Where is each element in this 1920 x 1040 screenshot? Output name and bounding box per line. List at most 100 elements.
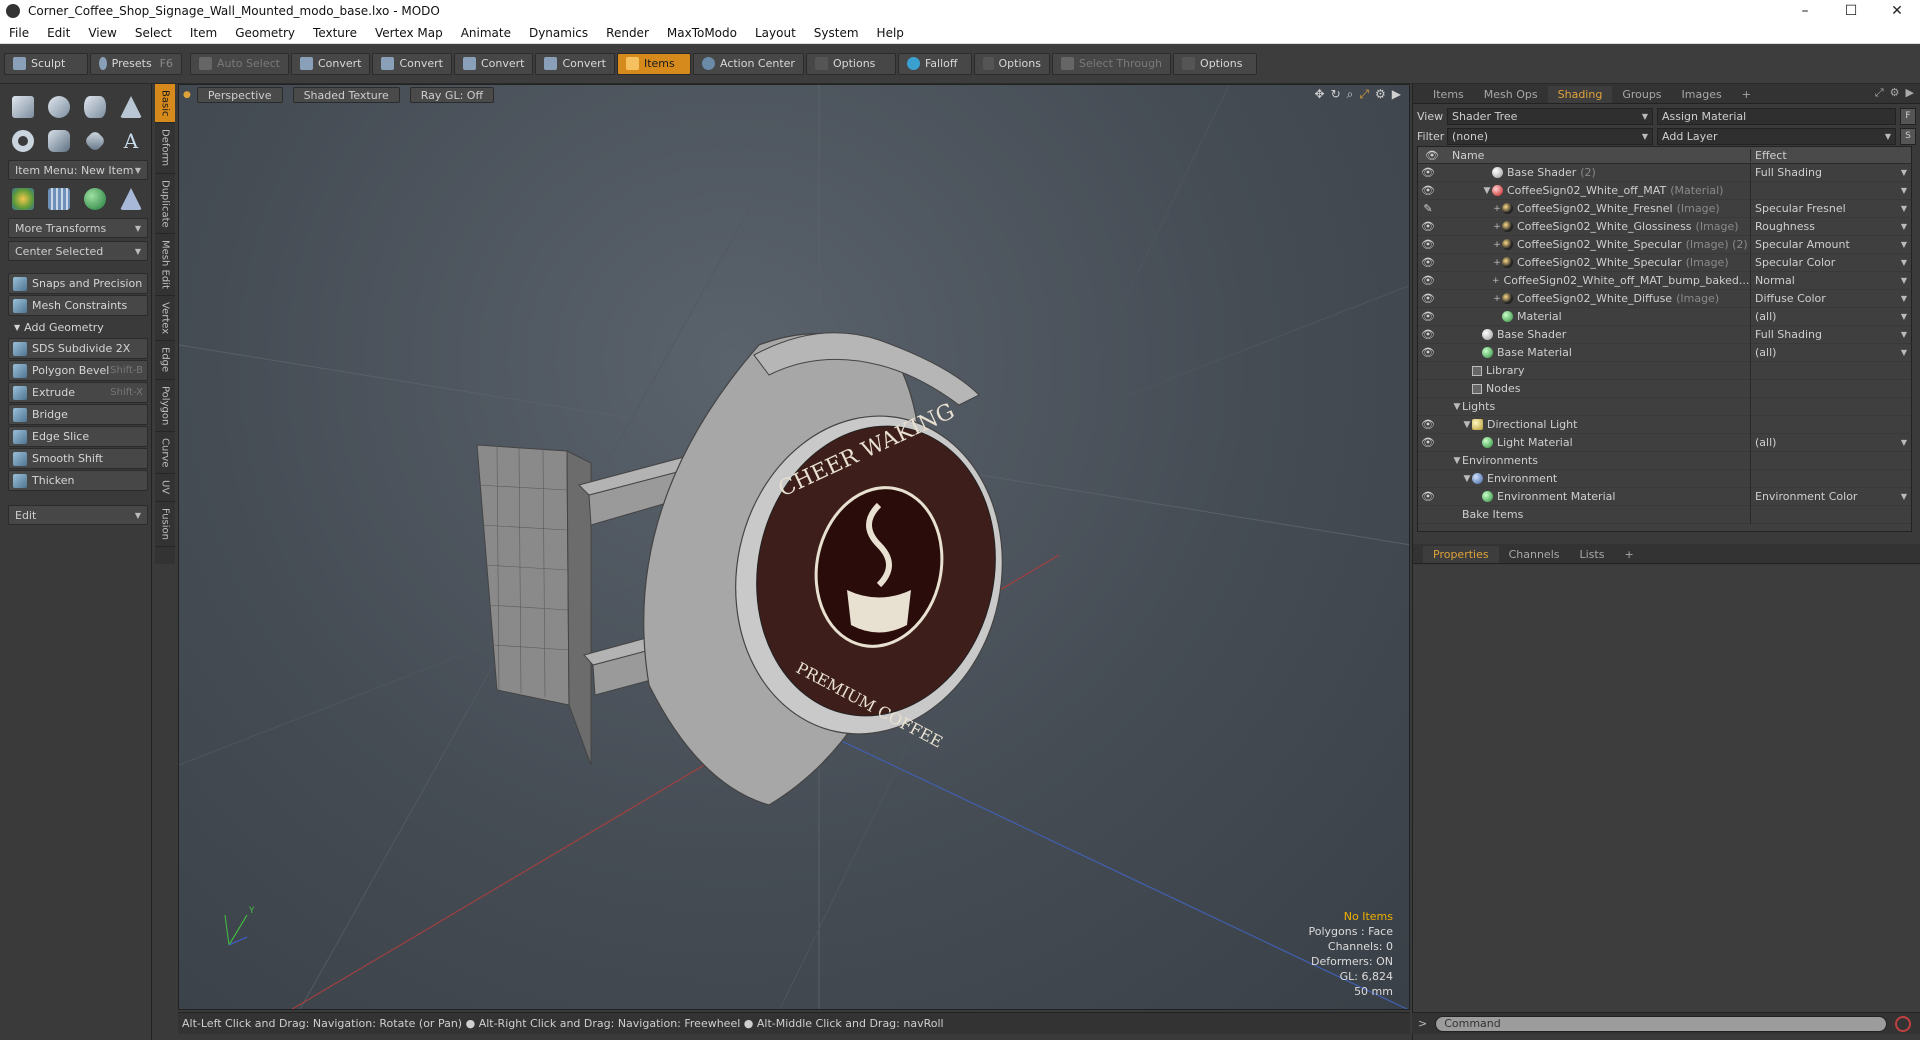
visibility-eye-icon[interactable]: 👁 (1418, 308, 1438, 326)
row-effect-dropdown[interactable] (1750, 505, 1911, 524)
effect-column-header[interactable]: Effect (1750, 148, 1911, 162)
expand-plus-icon[interactable]: + (1492, 276, 1500, 286)
torus-icon[interactable] (8, 126, 38, 156)
visibility-eye-icon[interactable]: 👁 (1418, 272, 1438, 290)
cylinder-icon[interactable] (80, 92, 110, 122)
menu-edit[interactable]: Edit (38, 26, 79, 40)
edge-slice-button[interactable]: Edge Slice (8, 426, 148, 447)
maximize-view-icon[interactable]: ⤢ (1359, 87, 1369, 102)
add-props-tab-button[interactable]: + (1614, 546, 1643, 563)
rotate-view-icon[interactable]: ↻ (1331, 87, 1341, 102)
globe-icon[interactable] (80, 184, 110, 214)
menu-system[interactable]: System (805, 26, 868, 40)
menu-select[interactable]: Select (126, 26, 181, 40)
add-tab-button[interactable]: + (1732, 86, 1761, 103)
visibility-eye-icon[interactable]: 👁 (1418, 326, 1438, 344)
shader-tree-row[interactable]: Nodes (1418, 379, 1911, 398)
menu-help[interactable]: Help (868, 26, 913, 40)
grid-icon[interactable] (44, 184, 74, 214)
tab-lists[interactable]: Lists (1570, 546, 1615, 563)
close-button[interactable]: ✕ (1874, 0, 1920, 22)
collapse-arrow-icon[interactable]: ▼ (1462, 420, 1472, 430)
row-effect-dropdown[interactable]: Specular Amount ▼ (1750, 235, 1911, 254)
shader-tree-row[interactable]: Library (1418, 361, 1911, 380)
auto-select-button[interactable]: Auto Select (190, 52, 289, 75)
collapse-arrow-icon[interactable]: ▼ (1482, 186, 1492, 196)
row-effect-dropdown[interactable]: Full Shading ▼ (1750, 163, 1911, 182)
shader-tree-row[interactable]: 👁 Base Shader Full Shading ▼ (1418, 325, 1911, 344)
sculpt-button[interactable]: Sculpt (4, 52, 88, 75)
expand-plus-icon[interactable]: + (1492, 204, 1502, 214)
row-effect-dropdown[interactable]: (all) ▼ (1750, 343, 1911, 362)
pop-out-icon[interactable]: ⤢ (1875, 86, 1884, 100)
sphere-icon[interactable] (44, 92, 74, 122)
tab-mesh-edit[interactable]: Mesh Edit (155, 234, 175, 297)
menu-texture[interactable]: Texture (304, 26, 366, 40)
shader-tree-row[interactable]: ▼ Environments (1418, 451, 1911, 470)
visibility-eye-icon[interactable]: 👁 (1418, 416, 1438, 434)
tab-curve[interactable]: Curve (155, 432, 175, 475)
collapse-arrow-icon[interactable]: ▼ (1462, 474, 1472, 484)
items-mode-button[interactable]: Items (616, 52, 691, 75)
viewport-menu-dot[interactable]: ● (183, 90, 191, 100)
menu-dynamics[interactable]: Dynamics (520, 26, 597, 40)
shader-tree-row[interactable]: 👁 Material (all) ▼ (1418, 307, 1911, 326)
thicken-button[interactable]: Thicken (8, 470, 148, 491)
extrude-button[interactable]: Extrude Shift-X (8, 382, 148, 403)
tab-duplicate[interactable]: Duplicate (155, 174, 175, 235)
assign-material-field[interactable]: Assign Material (1657, 107, 1896, 125)
assign-material-f-button[interactable]: F (1900, 107, 1916, 125)
tab-properties[interactable]: Properties (1423, 546, 1499, 563)
visibility-eye-icon[interactable]: 👁 (1418, 344, 1438, 362)
shader-tree-row[interactable]: ▼ Lights (1418, 397, 1911, 416)
row-effect-dropdown[interactable] (1750, 451, 1911, 470)
tab-channels[interactable]: Channels (1499, 546, 1570, 563)
select-through-options-button[interactable]: Options (1173, 52, 1258, 75)
scale-icon[interactable] (116, 184, 146, 214)
text-icon[interactable]: A (116, 126, 146, 156)
row-effect-dropdown[interactable]: Full Shading ▼ (1750, 325, 1911, 344)
menu-geometry[interactable]: Geometry (226, 26, 304, 40)
gear-icon[interactable]: ⚙ (1890, 86, 1900, 100)
presets-button[interactable]: Presets F6 (90, 52, 182, 75)
expand-plus-icon[interactable]: + (1492, 294, 1502, 304)
row-effect-dropdown[interactable]: Normal ▼ (1750, 271, 1911, 290)
row-effect-dropdown[interactable] (1750, 397, 1911, 416)
paint-brush-icon[interactable]: ✎ (1418, 200, 1438, 218)
expand-plus-icon[interactable]: + (1492, 240, 1502, 250)
shader-tree-row[interactable]: 👁 + CoffeeSign02_White_Glossiness (Image) Ro… (1418, 217, 1911, 236)
visibility-eye-icon[interactable]: 👁 (1418, 236, 1438, 254)
cone-icon[interactable] (116, 92, 146, 122)
row-effect-dropdown[interactable] (1750, 469, 1911, 488)
shader-tree-row[interactable]: ▼ Environment (1418, 469, 1911, 488)
shader-tree-row[interactable]: Bake Items (1418, 505, 1911, 524)
shader-tree-row[interactable]: 👁 Base Material (all) ▼ (1418, 343, 1911, 362)
collapse-arrow-icon[interactable]: ▼ (1452, 402, 1462, 412)
tab-deform[interactable]: Deform (155, 123, 175, 174)
smooth-shift-button[interactable]: Smooth Shift (8, 448, 148, 469)
convert-polygons-button[interactable]: Convert (453, 52, 534, 75)
item-menu-dropdown[interactable]: Item Menu: New Item ▼ (8, 160, 148, 180)
collapse-arrow-icon[interactable]: ▼ (1452, 456, 1462, 466)
shader-tree-row[interactable]: 👁 Light Material (all) ▼ (1418, 433, 1911, 452)
tab-groups[interactable]: Groups (1612, 86, 1671, 103)
menu-animate[interactable]: Animate (452, 26, 520, 40)
mesh-constraints-button[interactable]: Mesh Constraints (8, 295, 148, 316)
more-transforms-dropdown[interactable]: More Transforms ▼ (8, 218, 148, 238)
edit-dropdown[interactable]: Edit ▼ (8, 505, 148, 525)
record-icon[interactable] (1895, 1015, 1912, 1032)
falloff-button[interactable]: Falloff (897, 52, 972, 75)
menu-layout[interactable]: Layout (746, 26, 805, 40)
visibility-eye-icon[interactable]: 👁 (1418, 218, 1438, 236)
row-effect-dropdown[interactable]: Specular Fresnel ▼ (1750, 199, 1911, 218)
row-effect-dropdown[interactable]: Specular Color ▼ (1750, 253, 1911, 272)
falloff-options-button[interactable]: Options (973, 52, 1050, 75)
shader-tree-row[interactable]: 👁 Base Shader (2) Full Shading ▼ (1418, 163, 1911, 182)
shader-tree-row[interactable]: 👁 ▼ CoffeeSign02_White_off_MAT (Material) ▼ (1418, 181, 1911, 200)
expand-plus-icon[interactable]: + (1492, 222, 1502, 232)
menu-maxtomodo[interactable]: MaxToModo (658, 26, 746, 40)
center-selected-dropdown[interactable]: Center Selected ▼ (8, 241, 148, 261)
visibility-eye-icon[interactable]: 👁 (1418, 290, 1438, 308)
row-effect-dropdown[interactable]: Environment Color ▼ (1750, 487, 1911, 506)
raygl-button[interactable]: Ray GL: Off (409, 87, 495, 103)
